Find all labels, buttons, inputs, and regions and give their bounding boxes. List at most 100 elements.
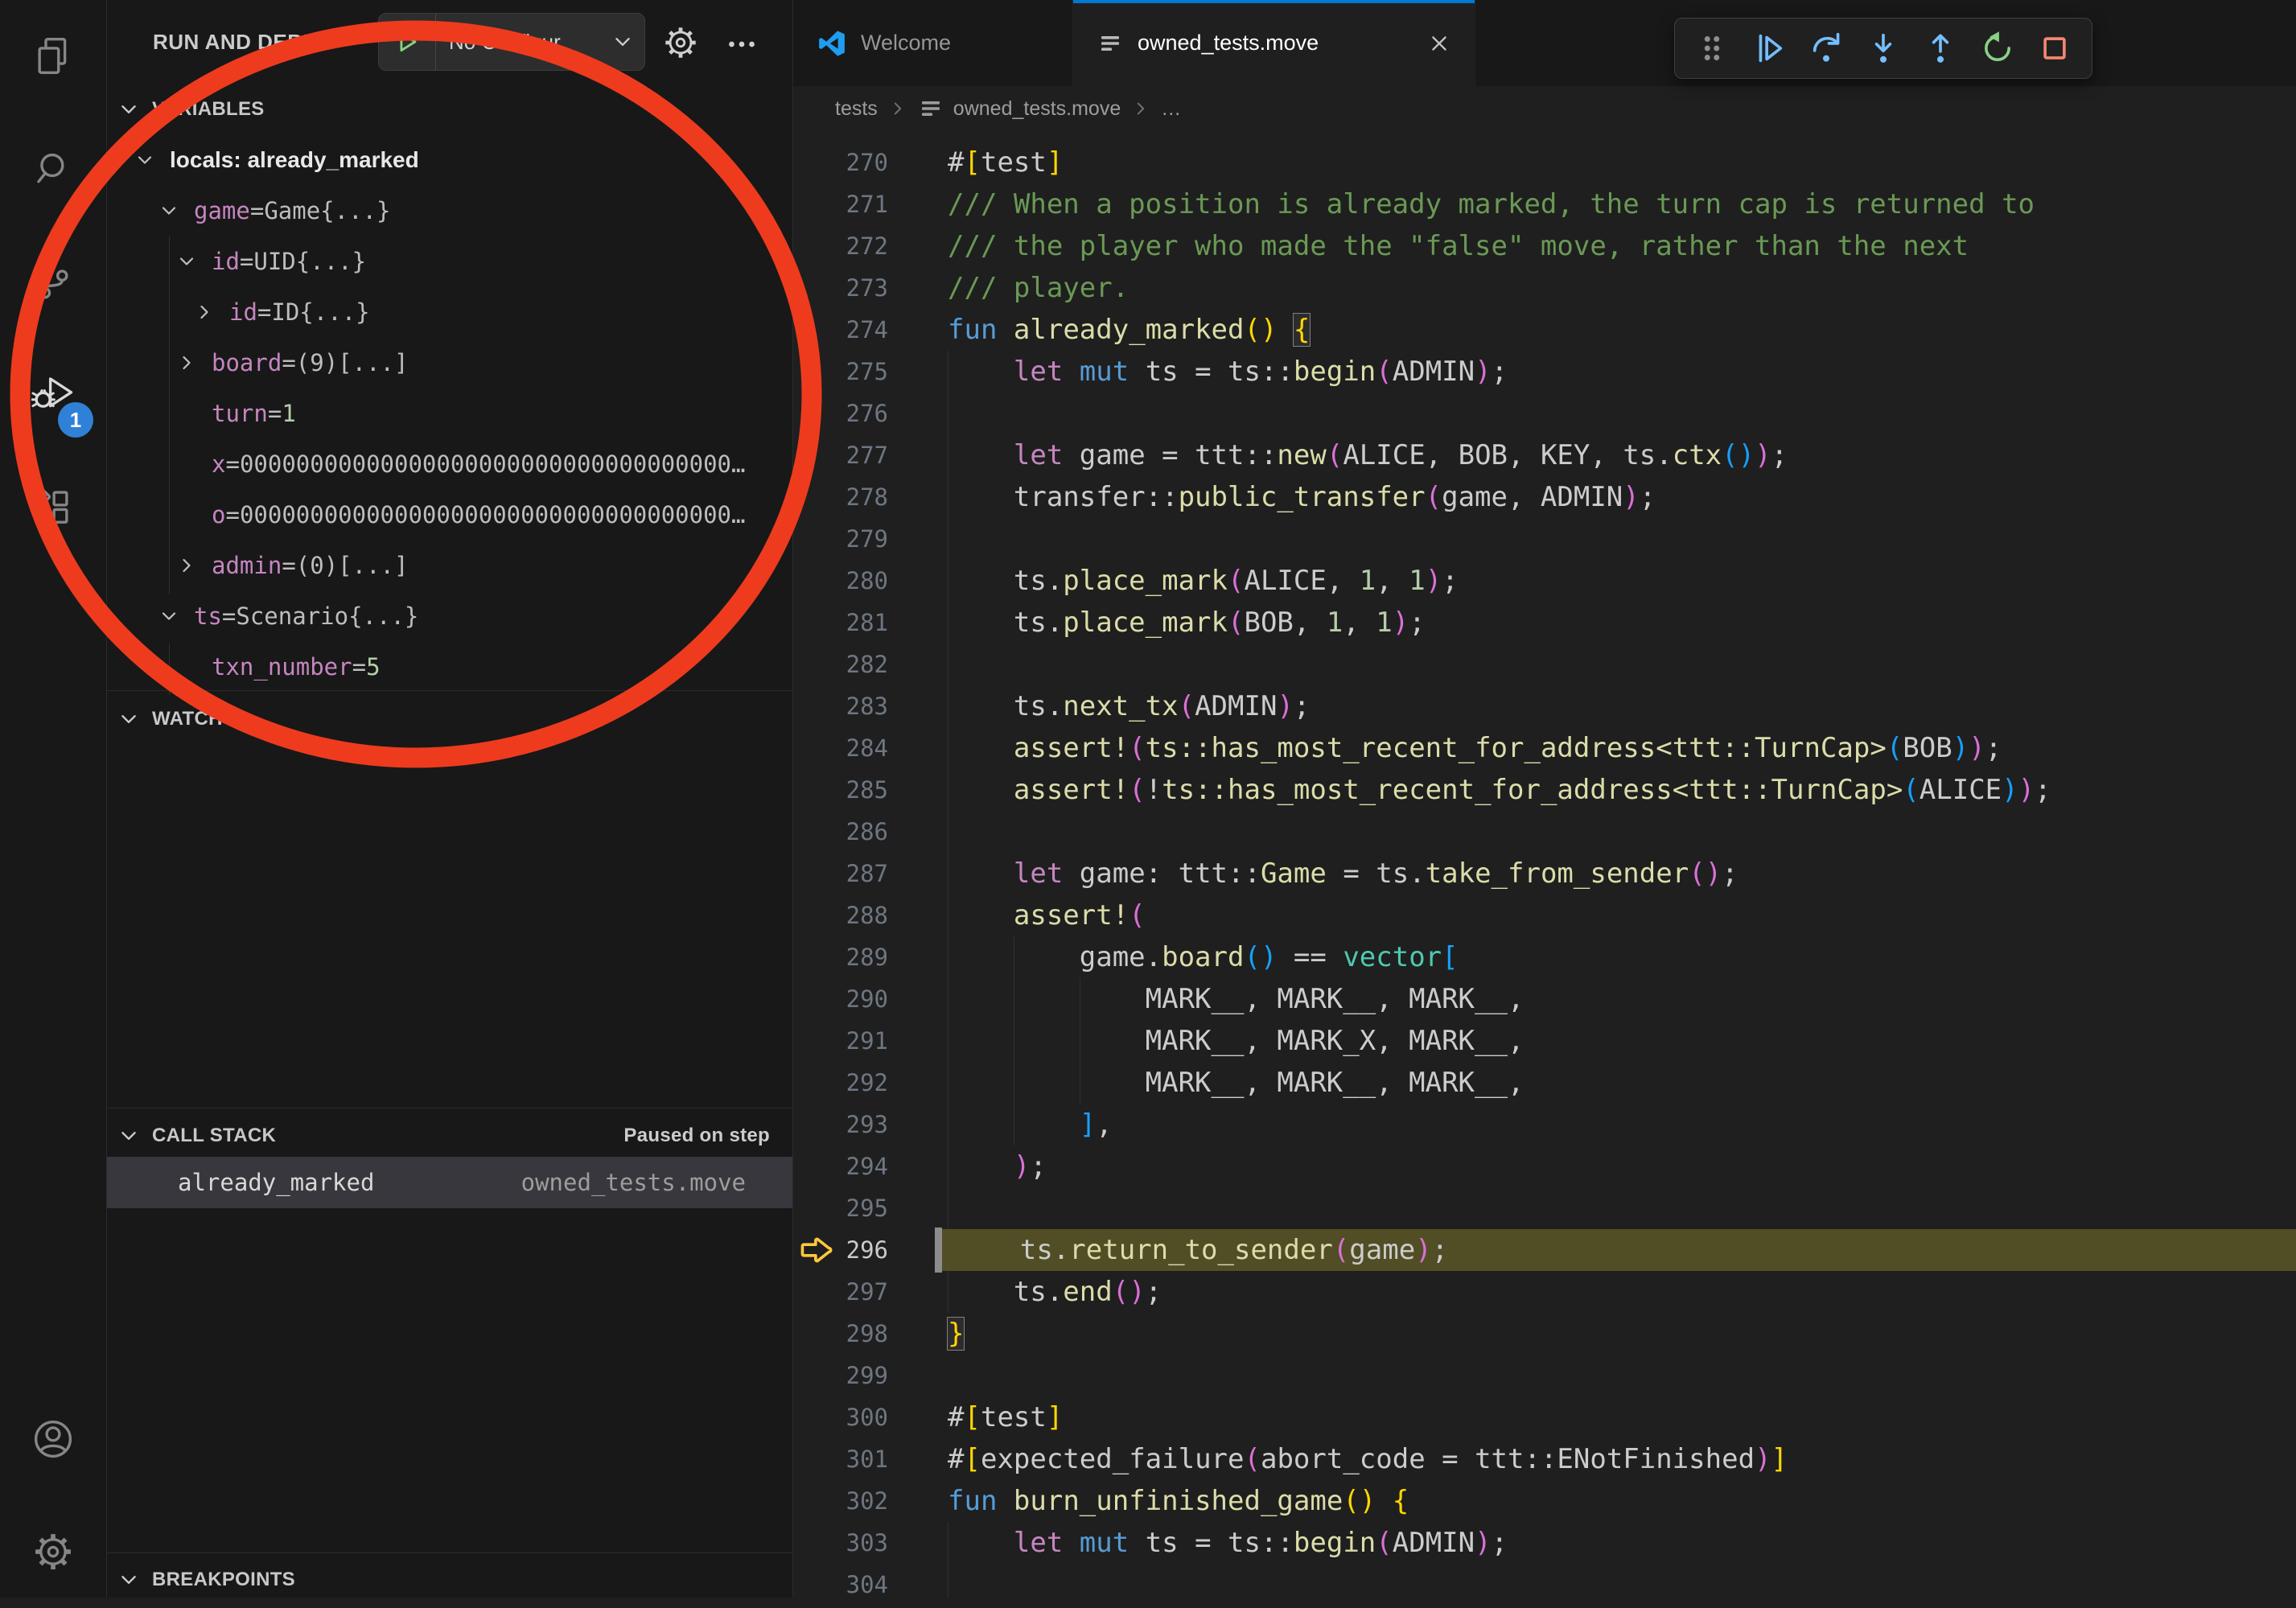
step-over-button[interactable]	[1797, 23, 1854, 74]
code-line-280[interactable]: 280 ts.place_mark(ALICE, 1, 1);	[793, 560, 2296, 602]
code-line-302[interactable]: 302fun burn_unfinished_game() {	[793, 1480, 2296, 1522]
step-into-button[interactable]	[1854, 23, 1911, 74]
stop-button[interactable]	[2026, 23, 2083, 74]
variable-row[interactable]: x = 00000000000000000000000000000000000…	[107, 438, 792, 489]
code-line-288[interactable]: 288 assert!(	[793, 894, 2296, 936]
breadcrumb-item[interactable]: tests	[835, 97, 878, 121]
watch-section-header[interactable]: WATCH	[107, 698, 792, 740]
glyph-margin	[793, 476, 840, 518]
code-line-287[interactable]: 287 let game: ttt::Game = ts.take_from_s…	[793, 853, 2296, 894]
code-line-301[interactable]: 301#[expected_failure(abort_code = ttt::…	[793, 1438, 2296, 1480]
code-line-282[interactable]: 282	[793, 644, 2296, 685]
glyph-margin	[793, 685, 840, 727]
start-debug-button[interactable]	[379, 14, 436, 70]
code-line-286[interactable]: 286	[793, 811, 2296, 853]
line-number: 277	[840, 434, 888, 476]
breakpoints-section-header[interactable]: BREAKPOINTS	[107, 1559, 792, 1598]
code-line-278[interactable]: 278 transfer::public_transfer(game, ADMI…	[793, 476, 2296, 518]
variable-value: (0)[...]	[296, 552, 409, 579]
code-line-270[interactable]: 270#[test]	[793, 142, 2296, 183]
code-line-283[interactable]: 283 ts.next_tx(ADMIN);	[793, 685, 2296, 727]
line-number: 302	[840, 1480, 888, 1522]
code-line-294[interactable]: 294 );	[793, 1145, 2296, 1187]
step-out-button[interactable]	[1911, 23, 1969, 74]
code-area[interactable]: 270#[test]271/// When a position is alre…	[793, 131, 2296, 1598]
glyph-margin	[793, 309, 840, 351]
variable-row[interactable]: id = UID{...}	[107, 236, 792, 286]
section-divider	[107, 1552, 792, 1553]
code-line-285[interactable]: 285 assert!(!ts::has_most_recent_for_add…	[793, 769, 2296, 811]
code-line-279[interactable]: 279	[793, 518, 2296, 560]
code-line-289[interactable]: 289 game.board() == vector[	[793, 936, 2296, 978]
variable-name: board	[212, 349, 282, 376]
variables-scope-row[interactable]: locals: already_marked	[107, 134, 792, 185]
variable-row[interactable]: ts = Scenario{...}	[107, 590, 792, 641]
code-line-295[interactable]: 295	[793, 1187, 2296, 1229]
activity-item-account[interactable]	[0, 1383, 106, 1495]
tree-indent-guide	[169, 644, 170, 695]
launch-config-dropdown[interactable]: No Configur	[378, 13, 645, 71]
code-line-303[interactable]: 303 let mut ts = ts::begin(ADMIN);	[793, 1522, 2296, 1564]
glyph-margin	[793, 769, 840, 811]
drag-handle-button[interactable]	[1683, 23, 1740, 74]
variables-section-header[interactable]: VARIABLES	[107, 88, 792, 130]
variable-row[interactable]: admin = (0)[...]	[107, 540, 792, 590]
code-text: assert!(ts::has_most_recent_for_address<…	[935, 727, 2296, 769]
code-line-290[interactable]: 290 MARK__, MARK__, MARK__,	[793, 978, 2296, 1020]
variable-row[interactable]: game = Game{...}	[107, 185, 792, 236]
code-line-291[interactable]: 291 MARK__, MARK_X, MARK__,	[793, 1020, 2296, 1062]
continue-button[interactable]	[1740, 23, 1797, 74]
tab-owned-tests-move[interactable]: owned_tests.move	[1073, 0, 1475, 86]
restart-button[interactable]	[1969, 23, 2026, 74]
activity-item-extensions[interactable]	[0, 450, 106, 563]
variable-row[interactable]: board = (9)[...]	[107, 337, 792, 388]
breadcrumb-item[interactable]: …	[1161, 97, 1181, 121]
line-number: 278	[840, 476, 888, 518]
code-line-300[interactable]: 300#[test]	[793, 1396, 2296, 1438]
close-icon[interactable]	[1428, 32, 1450, 55]
activity-item-run-and-debug[interactable]: 1	[0, 338, 106, 450]
call-stack-section-header[interactable]: CALL STACK Paused on step	[107, 1115, 792, 1157]
code-line-274[interactable]: 274fun already_marked() {	[793, 309, 2296, 351]
code-line-292[interactable]: 292 MARK__, MARK__, MARK__,	[793, 1062, 2296, 1104]
code-line-299[interactable]: 299	[793, 1355, 2296, 1396]
equals: =	[257, 298, 271, 326]
variable-row[interactable]: turn = 1	[107, 388, 792, 438]
activity-item-settings[interactable]	[0, 1495, 106, 1608]
call-stack-frame[interactable]: already_markedowned_tests.move	[107, 1157, 792, 1208]
sidebar-title: RUN AND DEBUG	[153, 0, 335, 84]
paused-status-badge: Paused on step	[623, 1115, 770, 1157]
activity-item-source-control[interactable]	[0, 225, 106, 338]
equals: =	[250, 197, 264, 224]
breadcrumb: tests owned_tests.move …	[793, 86, 2296, 131]
code-line-304[interactable]: 304	[793, 1564, 2296, 1598]
code-line-273[interactable]: 273/// player.	[793, 267, 2296, 309]
breadcrumb-item[interactable]: owned_tests.move	[918, 96, 1121, 121]
code-line-297[interactable]: 297 ts.end();	[793, 1271, 2296, 1313]
debug-settings-gear-button[interactable]	[662, 24, 699, 61]
code-line-272[interactable]: 272/// the player who made the "false" m…	[793, 225, 2296, 267]
variable-row[interactable]: o = 00000000000000000000000000000000000…	[107, 489, 792, 540]
code-text	[935, 393, 2296, 434]
activity-bar-top: 1	[0, 0, 106, 563]
variable-row[interactable]: id = ID{...}	[107, 286, 792, 337]
more-actions-button[interactable]	[723, 26, 760, 63]
code-line-277[interactable]: 277 let game = ttt::new(ALICE, BOB, KEY,…	[793, 434, 2296, 476]
code-line-275[interactable]: 275 let mut ts = ts::begin(ADMIN);	[793, 351, 2296, 393]
code-line-298[interactable]: 298}	[793, 1313, 2296, 1355]
code-line-293[interactable]: 293 ],	[793, 1104, 2296, 1145]
activity-item-search[interactable]	[0, 113, 106, 225]
tab-welcome[interactable]: Welcome	[793, 0, 1073, 86]
code-line-271[interactable]: 271/// When a position is already marked…	[793, 183, 2296, 225]
code-line-284[interactable]: 284 assert!(ts::has_most_recent_for_addr…	[793, 727, 2296, 769]
glyph-margin	[793, 936, 840, 978]
launch-config-label: No Configur	[436, 30, 601, 55]
line-number: 293	[840, 1104, 888, 1145]
variable-row[interactable]: txn_number = 5	[107, 641, 792, 692]
code-line-276[interactable]: 276	[793, 393, 2296, 434]
debug-toolbar[interactable]	[1674, 18, 2092, 79]
code-text: ts.return_to_sender(game);	[935, 1229, 2296, 1271]
activity-item-explorer[interactable]	[0, 0, 106, 113]
code-line-281[interactable]: 281 ts.place_mark(BOB, 1, 1);	[793, 602, 2296, 644]
code-line-296[interactable]: 296 ts.return_to_sender(game);	[793, 1229, 2296, 1271]
